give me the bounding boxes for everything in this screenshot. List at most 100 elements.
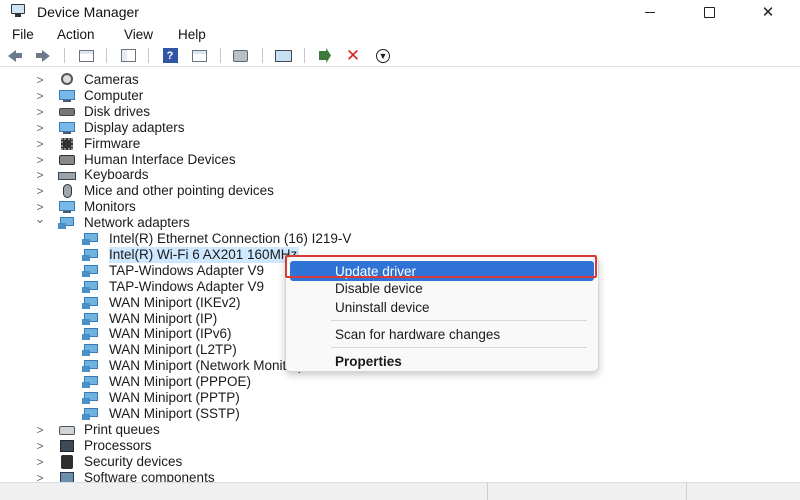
disable-button[interactable]: ▼ [374,47,392,64]
network-adapter-icon [82,232,100,246]
maximize-icon [703,6,715,18]
network-adapter-icon [82,280,100,294]
processor-icon [58,439,76,453]
scan-hardware-button[interactable] [274,47,292,64]
forward-button[interactable] [34,47,52,64]
toolbar-divider [262,48,263,63]
tree-category-human-interface-devices[interactable]: > Human Interface Devices [0,152,800,168]
tree-category-network-adapters[interactable]: ⌄ Network adapters [0,211,800,231]
chevron-right-icon[interactable]: > [34,136,46,152]
forward-arrow-icon [36,49,50,62]
tree-device-network-adapter[interactable]: WAN Miniport (PPTP) [0,390,800,406]
status-bar-divider [487,483,488,500]
tree-device-network-adapter[interactable]: WAN Miniport (SSTP) [0,406,800,422]
help-button[interactable]: ? [161,47,179,64]
chevron-right-icon[interactable]: > [34,72,46,88]
scan-hardware-icon [274,49,292,62]
chevron-right-icon[interactable]: > [34,167,46,183]
hid-icon [58,153,76,167]
camera-icon [58,73,76,87]
back-button[interactable] [6,47,24,64]
menu-view[interactable]: View [124,27,153,42]
network-adapter-icon [82,327,100,341]
network-adapter-icon [82,296,100,310]
tree-category-processors[interactable]: > Processors [0,438,800,454]
tree-device-label: TAP-Windows Adapter V9 [109,263,265,278]
minimize-button[interactable] [627,0,673,24]
context-menu-properties[interactable]: Properties [290,351,594,371]
chevron-right-icon[interactable]: > [34,470,46,482]
toolbar-divider [220,48,221,63]
tree-category-display-adapters[interactable]: > Display adapters [0,120,800,136]
tree-category-security-devices[interactable]: > Security devices [0,454,800,470]
network-adapter-icon [82,343,100,357]
chevron-right-icon[interactable]: > [34,120,46,136]
toolbar-divider [304,48,305,63]
chevron-right-icon[interactable]: > [34,454,46,470]
chevron-down-icon[interactable]: ⌄ [34,211,46,227]
firmware-icon [58,137,76,151]
chevron-right-icon[interactable]: > [34,183,46,199]
chevron-right-icon[interactable]: > [34,422,46,438]
context-menu-scan-hardware[interactable]: Scan for hardware changes [290,324,594,344]
update-driver-button[interactable] [316,47,334,64]
menu-bar: File Action View Help [0,24,800,45]
properties-button[interactable] [119,47,137,64]
print-icon [232,49,248,62]
show-hide-console-tree-button[interactable] [77,47,95,64]
action-pane-button[interactable] [190,47,208,64]
tree-device-label: WAN Miniport (PPTP) [109,390,240,405]
tree-category-disk-drives[interactable]: > Disk drives [0,104,800,120]
menu-action[interactable]: Action [57,27,95,42]
tree-category-cameras[interactable]: > Cameras [0,72,800,88]
toolbar-divider [148,48,149,63]
status-bar-divider [686,483,687,500]
tree-device-label: WAN Miniport (IKEv2) [109,295,241,310]
tree-device-network-adapter[interactable]: WAN Miniport (PPPOE) [0,374,800,390]
network-adapter-icon [82,264,100,278]
tree-device-label: WAN Miniport (IPv6) [109,326,232,341]
maximize-button[interactable] [686,0,732,24]
tree-category-label: Disk drives [84,104,151,119]
action-pane-icon [191,49,207,62]
tree-category-keyboards[interactable]: > Keyboards [0,167,800,183]
chevron-right-icon[interactable]: > [34,152,46,168]
chevron-right-icon[interactable]: > [34,88,46,104]
tree-category-print-queues[interactable]: > Print queues [0,422,800,438]
device-manager-app-icon [10,4,26,18]
help-icon: ? [162,48,178,63]
tree-category-firmware[interactable]: > Firmware [0,136,800,152]
minimize-icon [645,11,655,13]
network-adapter-icon [82,391,100,405]
tree-category-mice-and-other-pointing-devices[interactable]: > Mice and other pointing devices [0,183,800,199]
console-tree-icon [78,49,94,62]
close-button[interactable]: ✕ [745,0,791,24]
security-device-icon [58,455,76,469]
network-adapter-icon [82,359,100,373]
context-menu-uninstall-device[interactable]: Uninstall device [290,297,594,317]
print-button[interactable] [231,47,249,64]
tree-device-network-adapter[interactable]: Intel(R) Ethernet Connection (16) I219-V [0,231,800,247]
tree-category-computer[interactable]: > Computer [0,88,800,104]
tree-category-monitors[interactable]: > Monitors [0,199,800,215]
toolbar-divider [64,48,65,63]
menu-file[interactable]: File [12,27,34,42]
close-icon: ✕ [761,4,775,21]
tree-device-label: TAP-Windows Adapter V9 [109,279,265,294]
chevron-right-icon[interactable]: > [34,104,46,120]
chevron-right-icon[interactable]: > [34,438,46,454]
tree-device-label: WAN Miniport (L2TP) [109,342,237,357]
context-menu-separator [331,320,587,321]
network-adapter-icon [82,248,100,262]
context-menu-disable-device[interactable]: Disable device [290,278,594,298]
mouse-icon [58,184,76,198]
title-bar: Device Manager ✕ [0,0,800,24]
tree-category-label: Processors [84,438,152,453]
tree-category-label: Cameras [84,72,139,87]
tree-category-software-components[interactable]: > Software components [0,470,800,482]
menu-help[interactable]: Help [178,27,206,42]
disk-drive-icon [58,105,76,119]
toolbar-divider [106,48,107,63]
uninstall-button[interactable]: ✕ [344,47,362,64]
tree-device-label: WAN Miniport (SSTP) [109,406,240,421]
